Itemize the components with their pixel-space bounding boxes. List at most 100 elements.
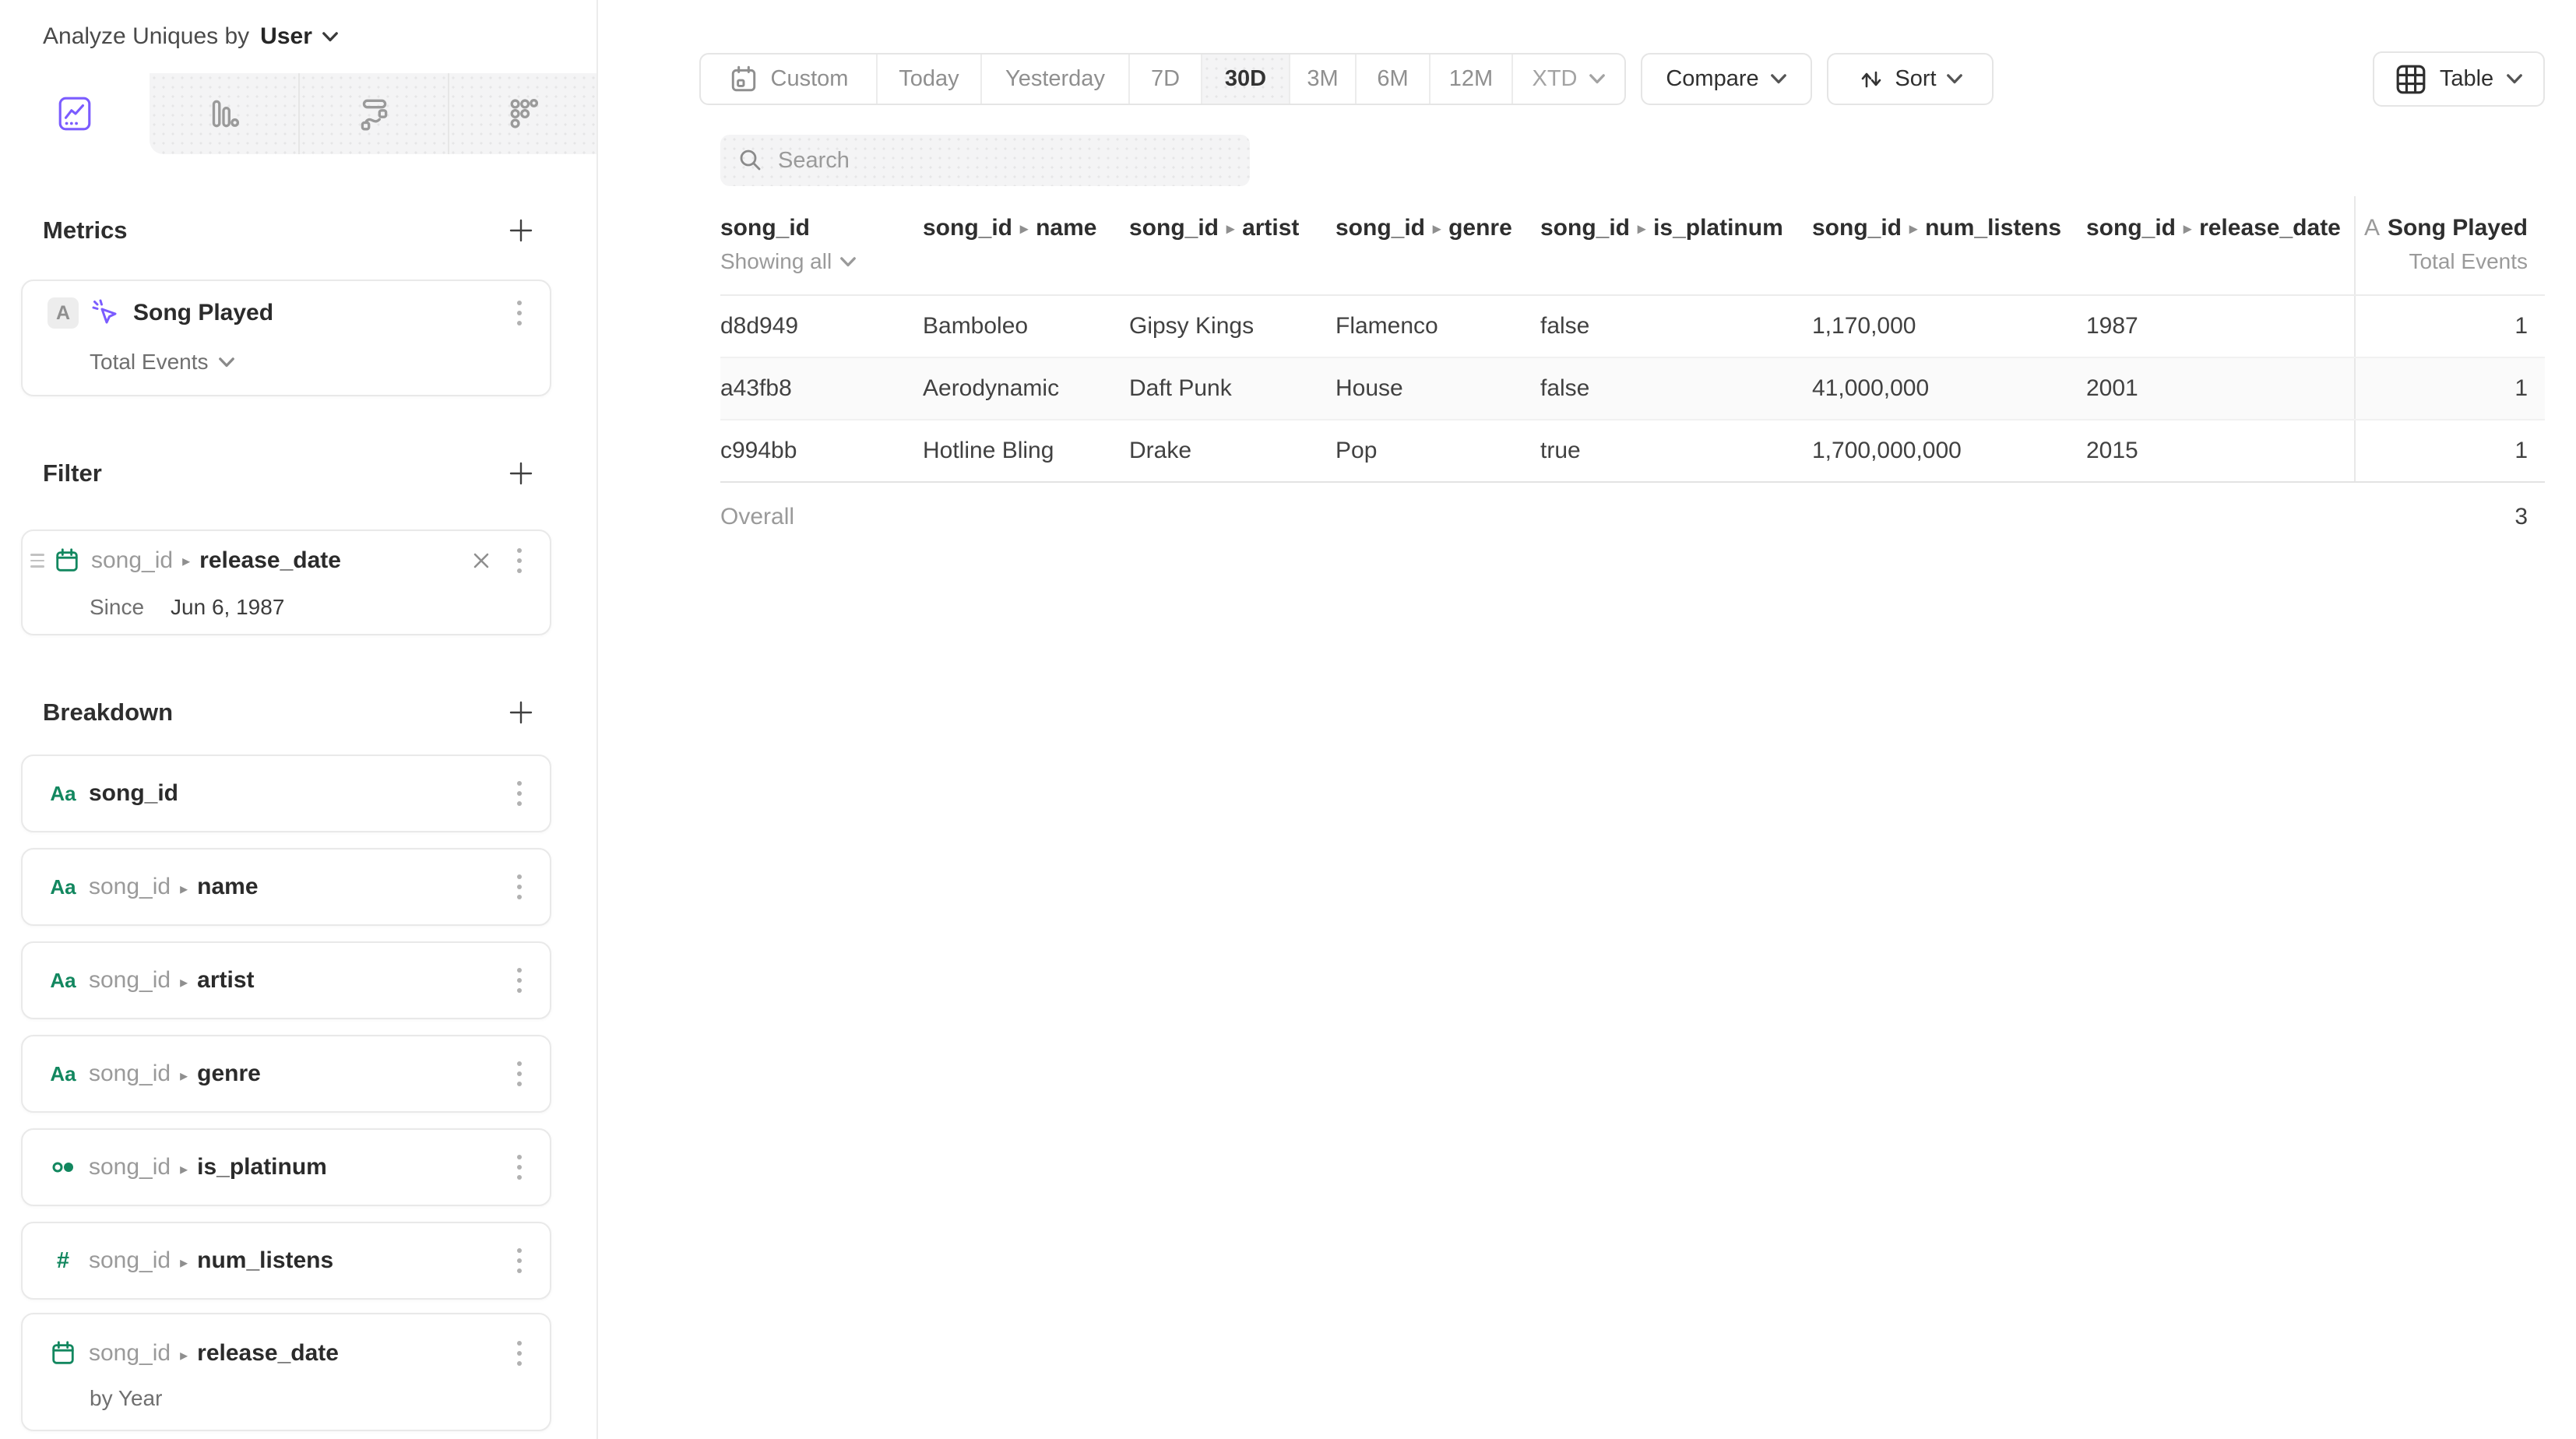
showing-all-selector[interactable]: Showing all [720,249,923,274]
date-range-custom[interactable]: Custom [701,55,876,104]
report-main: Custom Today Yesterday 7D 30D 3M 6M 12M … [598,0,2576,1439]
metric-kebab-menu[interactable] [512,296,526,330]
tab-insights-active[interactable] [0,73,150,154]
calendar-icon [729,65,758,94]
table-overall-row: Overall 3 [720,483,2545,551]
text-property-icon: Aa [48,875,78,899]
table-row[interactable]: a43fb8AerodynamicDaft PunkHousefalse41,0… [720,358,2545,420]
drag-handle-icon[interactable] [30,554,44,568]
plus-icon [508,460,534,487]
sort-arrows-icon [1857,65,1885,93]
breakdown-item[interactable]: # song_id▸num_listens [21,1222,551,1300]
chevron-down-icon [322,31,339,43]
metrics-section-header: Metrics [0,216,596,245]
tab-flows[interactable] [298,73,448,154]
breakdown-item[interactable]: Aa song_id [21,755,551,832]
compare-button[interactable]: Compare [1641,53,1812,105]
plus-icon [508,217,534,244]
date-range-12m[interactable]: 12M [1429,55,1511,104]
breakdown-property: name [197,874,258,899]
breakdown-kebab-menu[interactable] [512,963,526,997]
filter-property: release_date [199,547,341,574]
breakdown-kebab-menu[interactable] [512,1244,526,1278]
add-metric-button[interactable] [508,217,534,244]
breakdown-property: artist [197,967,254,993]
metric-event-name: Song Played [133,300,273,326]
column-header-metric[interactable]: ASong Played Total Events [2354,196,2545,294]
entity-selector[interactable]: User [260,23,339,50]
column-header[interactable]: song_id▸release_date [2086,196,2354,294]
breakdown-item[interactable]: Aa song_id▸artist [21,941,551,1019]
dots-funnel-icon [504,95,541,132]
filter-parent-property: song_id [91,547,173,574]
column-header[interactable]: song_id▸is_platinum [1540,196,1812,294]
date-range-30d-active[interactable]: 30D [1201,55,1289,104]
inactive-tab-group [150,73,597,154]
breakdown-kebab-menu[interactable] [512,1336,526,1370]
chevron-down-icon [2506,73,2523,85]
remove-filter-button[interactable] [470,550,492,572]
breakdown-kebab-menu[interactable] [512,1057,526,1091]
date-range-today[interactable]: Today [876,55,980,104]
table-grid-icon [2395,63,2427,96]
column-header[interactable]: song_id▸genre [1336,196,1540,294]
filter-kebab-menu[interactable] [512,544,526,578]
column-header[interactable]: song_id▸artist [1129,196,1336,294]
plus-icon [508,699,534,726]
table-row[interactable]: d8d949BamboleoGipsy KingsFlamencofalse1,… [720,296,2545,358]
column-header[interactable]: song_id▸name [923,196,1129,294]
date-range-control: Custom Today Yesterday 7D 30D 3M 6M 12M … [699,53,1626,105]
breakdown-kebab-menu[interactable] [512,870,526,904]
filter-title: Filter [43,459,102,487]
text-property-icon: Aa [48,782,78,806]
caret-separator: ▸ [182,551,190,571]
metric-value: 1 [2354,420,2545,481]
filter-value[interactable]: Jun 6, 1987 [171,595,284,620]
breakdown-item[interactable]: Aa song_id▸name [21,848,551,926]
breakdown-kebab-menu[interactable] [512,1150,526,1184]
view-type-button[interactable]: Table [2373,51,2545,107]
tab-bar-chart[interactable] [150,73,299,154]
date-range-6m[interactable]: 6M [1355,55,1429,104]
breakdown-item[interactable]: song_id▸release_date by Year [21,1313,551,1431]
calendar-property-icon [52,547,82,574]
breakdown-item[interactable]: Aa song_id▸genre [21,1035,551,1113]
boolean-property-icon [48,1153,78,1181]
metrics-title: Metrics [43,216,128,245]
add-breakdown-button[interactable] [508,699,534,726]
search-input[interactable] [778,148,1183,174]
date-range-yesterday[interactable]: Yesterday [980,55,1128,104]
breakdown-property: song_id [89,780,178,807]
breakdown-item[interactable]: song_id▸is_platinum [21,1128,551,1206]
table-row[interactable]: c994bbHotline BlingDrakePoptrue1,700,000… [720,420,2545,483]
breakdown-kebab-menu[interactable] [512,776,526,811]
metric-series-badge: A [48,297,79,329]
flows-icon [355,95,392,132]
filter-card[interactable]: song_id ▸ release_date Since Jun 6, 1987 [21,530,551,635]
chevron-down-icon [1770,73,1787,85]
table-search [720,135,1250,186]
column-header-song-id[interactable]: song_id Showing all [720,196,923,294]
date-range-3m[interactable]: 3M [1289,55,1355,104]
date-range-7d[interactable]: 7D [1128,55,1201,104]
filter-operator[interactable]: Since [90,595,144,620]
breakdown-bucket-selector[interactable]: by Year [90,1386,162,1411]
bar-chart-icon [205,95,242,132]
add-filter-button[interactable] [508,460,534,487]
calendar-property-icon [48,1340,78,1367]
text-property-icon: Aa [48,969,78,993]
metric-aggregation-selector[interactable]: Total Events [90,350,235,375]
column-header[interactable]: song_id▸num_listens [1812,196,2086,294]
tab-retention[interactable] [448,73,597,154]
metric-card[interactable]: A Song Played Total Events [21,280,551,396]
sort-button[interactable]: Sort [1827,53,1994,105]
metric-aggregation-value: Total Events [90,350,209,375]
results-table: song_id Showing all song_id▸name song_id… [720,196,2545,551]
date-range-xtd[interactable]: XTD [1511,55,1624,104]
chevron-down-icon [1589,73,1606,85]
text-property-icon: Aa [48,1062,78,1086]
line-chart-icon [56,95,93,132]
entity-selector-value: User [260,23,312,50]
breakdown-property: release_date [197,1340,339,1366]
overall-label: Overall [720,483,2354,551]
